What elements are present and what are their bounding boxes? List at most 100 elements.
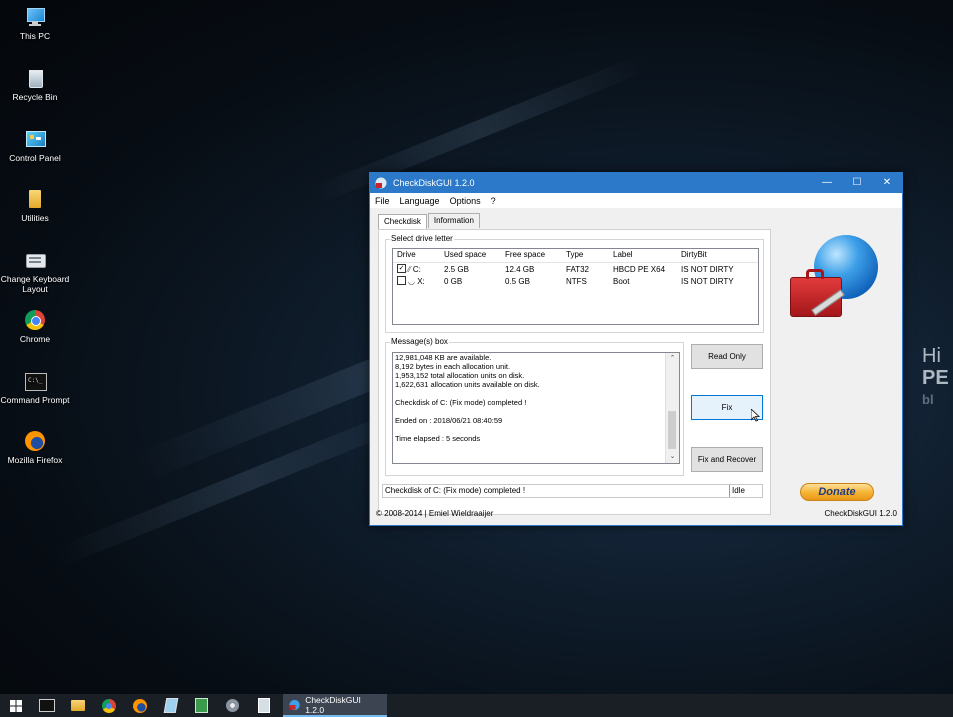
maximize-button[interactable]: ☐ — [842, 173, 872, 193]
checkdisk-logo — [788, 233, 884, 333]
table-row[interactable]: ◡ X: 0 GB 0.5 GB NTFS Boot IS NOT DIRTY — [393, 276, 758, 288]
command-prompt-icon — [38, 699, 55, 712]
volume-label: Boot — [613, 277, 630, 286]
desktop-icon-change-keyboard-layout[interactable]: Change Keyboard Layout — [0, 249, 70, 294]
used-space: 2.5 GB — [444, 265, 469, 274]
firefox-icon — [132, 698, 147, 713]
table-row[interactable]: ✓ ⁄⁄ C: 2.5 GB 12.4 GB FAT32 HBCD PE X64 … — [393, 264, 758, 276]
read-only-button[interactable]: Read Only — [691, 344, 763, 369]
volume-label: HBCD PE X64 — [613, 265, 666, 274]
desktop-icon-label: Mozilla Firefox — [7, 455, 63, 465]
free-space: 12.4 GB — [505, 265, 535, 274]
drive-table-header: Drive Used space Free space Type Label D… — [393, 249, 758, 263]
fs-type: NTFS — [566, 277, 587, 286]
menu-help[interactable]: ? — [486, 196, 501, 206]
taskbar-checkdiskgui[interactable]: CheckDiskGUI 1.2.0 — [283, 694, 387, 717]
fix-and-recover-button[interactable]: Fix and Recover — [691, 447, 763, 472]
taskbar-app-label: CheckDiskGUI 1.2.0 — [305, 694, 361, 715]
fs-type: FAT32 — [566, 265, 589, 274]
disk-tool-icon — [226, 699, 239, 712]
message-group-label: Message(s) box — [390, 337, 449, 346]
taskbar-document[interactable] — [248, 694, 279, 717]
status-message: Checkdisk of C: (Fix mode) completed ! — [385, 486, 526, 495]
control-panel-icon — [24, 128, 46, 150]
col-label[interactable]: Label — [613, 249, 681, 262]
taskbar-firefox[interactable] — [124, 694, 155, 717]
minimize-button[interactable]: — — [812, 173, 842, 193]
copyright-text: © 2008-2014 | Emiel Wieldraaijer — [376, 509, 494, 518]
mouse-cursor-icon — [751, 409, 760, 422]
start-button[interactable] — [0, 694, 31, 717]
message-box[interactable]: 12,981,048 KB are available. 8,192 bytes… — [392, 352, 680, 464]
desktop-icon-label: Command Prompt — [0, 395, 70, 405]
desktop-icon-label: Chrome — [19, 334, 51, 344]
message-scrollbar[interactable]: ⌃ ⌄ — [665, 353, 679, 463]
notepad-icon — [163, 698, 178, 713]
message-line — [393, 407, 679, 416]
drive-checkbox[interactable] — [397, 276, 406, 286]
dirty-bit: IS NOT DIRTY — [681, 265, 734, 274]
message-group: Message(s) box 12,981,048 KB are availab… — [385, 337, 684, 476]
menu-language[interactable]: Language — [395, 196, 445, 206]
scroll-thumb[interactable] — [668, 411, 676, 449]
desktop-icon-recycle-bin[interactable]: Recycle Bin — [0, 67, 70, 102]
desktop-icon-chrome[interactable]: Chrome — [0, 309, 70, 344]
taskbar-chrome[interactable] — [93, 694, 124, 717]
message-line — [393, 389, 679, 398]
windows-start-icon — [9, 699, 22, 712]
message-line: 8,192 bytes in each allocation unit. — [395, 362, 511, 371]
desktop-icon-label: Utilities — [21, 213, 49, 223]
desktop-icon-label: Change Keyboard Layout — [0, 274, 70, 294]
menu-file[interactable]: File — [370, 196, 395, 206]
col-type[interactable]: Type — [566, 249, 613, 262]
message-line: Ended on : 2018/06/21 08:40:59 — [395, 416, 503, 425]
keyboard-icon — [24, 249, 46, 271]
taskbar-notepad[interactable] — [155, 694, 186, 717]
chrome-icon — [101, 698, 116, 713]
wallpaper-text: Hi PE bl — [922, 345, 949, 407]
document-icon — [257, 698, 270, 713]
col-free-space[interactable]: Free space — [505, 249, 566, 262]
drive-cell: ✓ ⁄⁄ C: — [393, 264, 444, 276]
taskbar-file-explorer[interactable] — [62, 694, 93, 717]
drive-checkbox[interactable]: ✓ — [397, 264, 406, 274]
drive-cell: ◡ X: — [393, 276, 444, 288]
message-line — [393, 425, 679, 434]
close-button[interactable]: ✕ — [872, 173, 902, 193]
desktop-icon-label: This PC — [19, 31, 51, 41]
taskbar-disk-tool[interactable] — [217, 694, 248, 717]
message-line: 1,622,631 allocation units available on … — [395, 380, 540, 389]
tab-information[interactable]: Information — [427, 213, 480, 228]
title-bar[interactable]: CheckDiskGUI 1.2.0 — ☐ ✕ — [370, 173, 902, 193]
message-line: Checkdisk of C: (Fix mode) completed ! — [395, 398, 527, 407]
status-divider — [729, 485, 730, 497]
tab-checkdisk[interactable]: Checkdisk — [378, 214, 427, 229]
tab-strip: Checkdisk Information — [378, 213, 481, 229]
taskbar-command-prompt[interactable] — [31, 694, 62, 717]
menu-bar: File Language Options ? — [370, 193, 902, 208]
app-globe-icon — [289, 699, 300, 710]
command-prompt-icon: C:\_ — [24, 370, 47, 392]
chrome-icon — [24, 309, 46, 331]
desktop-icon-this-pc[interactable]: This PC — [0, 6, 70, 41]
desktop-icon-utilities[interactable]: Utilities — [0, 188, 70, 223]
used-space: 0 GB — [444, 277, 463, 286]
scroll-down-arrow-icon[interactable]: ⌄ — [666, 451, 679, 463]
menu-options[interactable]: Options — [445, 196, 486, 206]
desktop-icon-control-panel[interactable]: Control Panel — [0, 128, 70, 163]
col-dirtybit[interactable]: DirtyBit — [681, 249, 751, 262]
version-text: CheckDiskGUI 1.2.0 — [824, 509, 897, 518]
taskbar-spreadsheet[interactable] — [186, 694, 217, 717]
drive-table: Drive Used space Free space Type Label D… — [392, 248, 759, 325]
col-drive[interactable]: Drive — [393, 249, 444, 262]
firefox-icon — [24, 430, 46, 452]
desktop-icon-command-prompt[interactable]: C:\_ Command Prompt — [0, 370, 70, 405]
window-title: CheckDiskGUI 1.2.0 — [393, 178, 475, 188]
donate-button[interactable]: Donate — [800, 483, 874, 501]
col-used-space[interactable]: Used space — [444, 249, 505, 262]
drive-group-label: Select drive letter — [390, 234, 454, 243]
scroll-up-arrow-icon[interactable]: ⌃ — [666, 353, 679, 365]
drive-icon: ⁄⁄ — [408, 265, 411, 274]
checkdiskgui-window: CheckDiskGUI 1.2.0 — ☐ ✕ File Language O… — [369, 172, 903, 526]
desktop-icon-mozilla-firefox[interactable]: Mozilla Firefox — [0, 430, 70, 465]
